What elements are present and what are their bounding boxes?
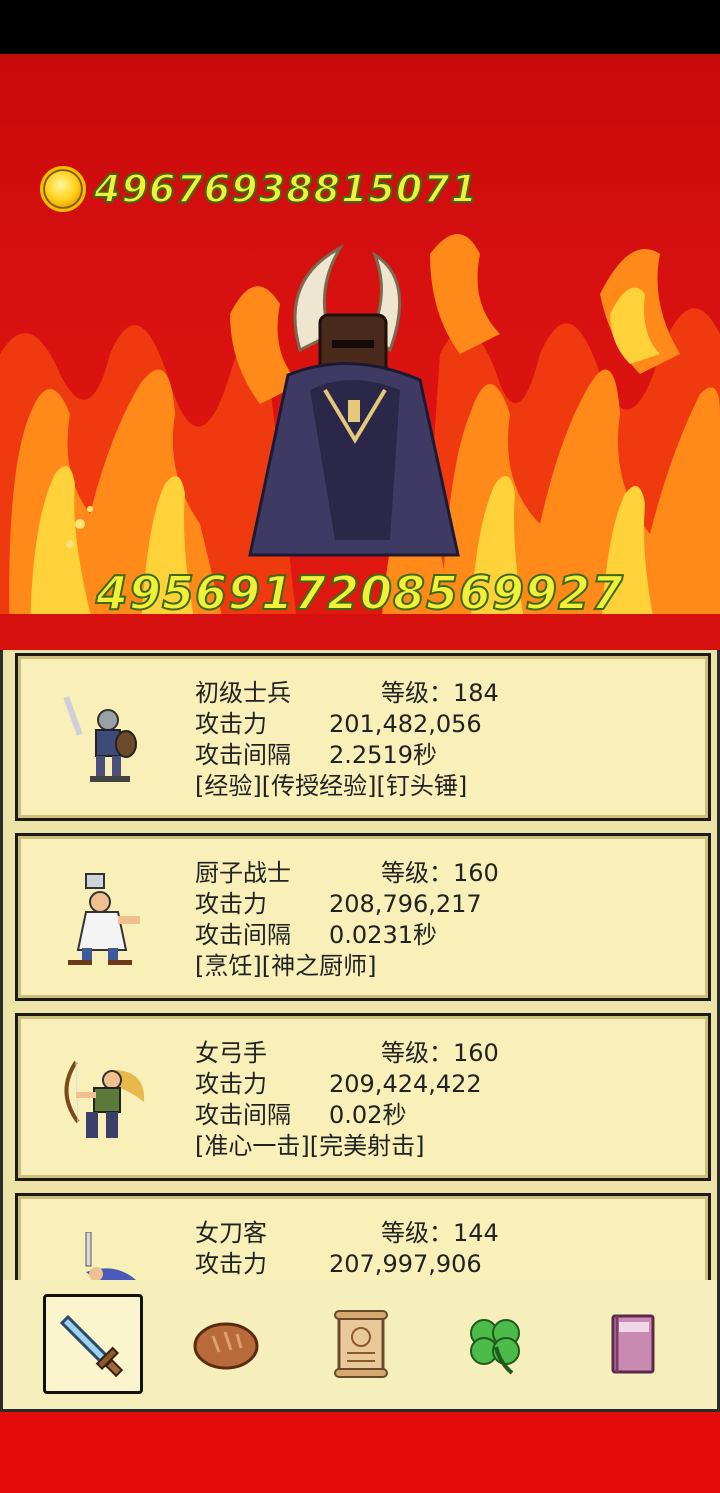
clover-icon <box>470 1319 520 1375</box>
attack-label: 攻击力 <box>195 710 267 738</box>
bottom-tab-bar <box>0 1280 720 1412</box>
hero-interval: 2.2519秒 <box>329 741 437 769</box>
gold-counter: 49676938815071 <box>40 166 478 212</box>
interval-label: 攻击间隔 <box>195 1101 291 1129</box>
bread-icon <box>193 1322 259 1370</box>
attack-label: 攻击力 <box>195 890 267 918</box>
hero-name: 女弓手 <box>195 1039 267 1067</box>
hero-name: 厨子战士 <box>195 859 291 887</box>
hero-level: 等级：184 <box>381 679 499 707</box>
tab-heroes[interactable] <box>43 1294 143 1394</box>
tab-book[interactable] <box>583 1294 683 1394</box>
hero-attack: 201,482,056 <box>329 710 482 738</box>
hero-attack: 209,424,422 <box>329 1070 482 1098</box>
hero-card[interactable]: 初级士兵 等级：184 攻击力 201,482,056 攻击间隔 2.2519秒 [经… <box>15 653 711 821</box>
tab-luck[interactable] <box>445 1294 545 1394</box>
hero-list[interactable]: 初级士兵 等级：184 攻击力 201,482,056 攻击间隔 2.2519秒 [经… <box>0 650 720 1280</box>
swordswoman-icon <box>85 1232 136 1280</box>
tab-scroll[interactable] <box>311 1294 411 1394</box>
gold-coin-icon <box>40 166 86 212</box>
hero-name: 女刀客 <box>195 1219 267 1247</box>
hero-level: 等级：160 <box>381 859 499 887</box>
hero-card[interactable]: 女弓手 等级：160 攻击力 209,424,422 攻击间隔 0.02秒 [准心一击… <box>15 1013 711 1181</box>
system-status-bar <box>0 0 720 54</box>
hero-interval: 0.0231秒 <box>329 921 437 949</box>
hero-level: 等级：144 <box>381 1219 499 1247</box>
interval-label: 攻击间隔 <box>195 921 291 949</box>
hero-interval: 0.02秒 <box>329 1101 407 1129</box>
hero-skills: [准心一击][完美射击] <box>195 1132 425 1160</box>
hero-attack: 208,796,217 <box>329 890 482 918</box>
hero-name: 初级士兵 <box>195 679 291 707</box>
bottom-red-bar <box>0 1412 720 1493</box>
sword-icon <box>59 1314 124 1378</box>
gold-amount: 49676938815071 <box>93 166 479 212</box>
scroll-icon <box>334 1310 388 1378</box>
chef-warrior-icon <box>68 873 140 965</box>
hero-card[interactable]: 厨子战士 等级：160 攻击力 208,796,217 攻击间隔 0.0231秒 [烹… <box>15 833 711 1001</box>
archer-icon <box>64 1060 145 1138</box>
interval-label: 攻击间隔 <box>195 741 291 769</box>
boss-sprite[interactable] <box>240 240 470 560</box>
boss-hp: 4956917208569927 <box>95 565 625 621</box>
hero-skills: [经验][传授经验][钉头锤] <box>195 772 468 800</box>
hero-attack: 207,997,906 <box>329 1250 482 1278</box>
battle-scene[interactable]: 49676938815071 4956917208569927 <box>0 54 720 650</box>
soldier-icon <box>63 696 137 782</box>
hero-skills: [烹饪][神之厨师] <box>195 952 377 980</box>
attack-label: 攻击力 <box>195 1250 267 1278</box>
hero-level: 等级：160 <box>381 1039 499 1067</box>
tab-food[interactable] <box>176 1294 276 1394</box>
attack-label: 攻击力 <box>195 1070 267 1098</box>
hero-card[interactable]: 女刀客 等级：144 攻击力 207,997,906 <box>15 1193 711 1280</box>
book-icon <box>611 1314 655 1374</box>
